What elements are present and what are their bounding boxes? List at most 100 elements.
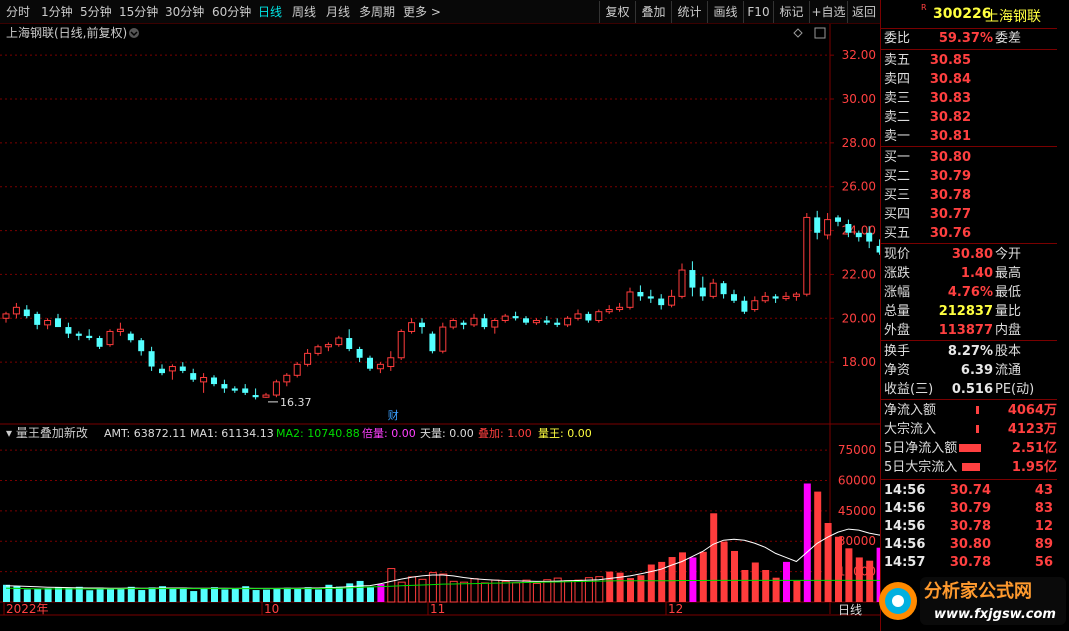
candle-body	[304, 352, 312, 365]
candle-body	[367, 357, 373, 369]
flow-row: 大宗流入 4123万	[881, 420, 1057, 439]
candle	[731, 289, 737, 303]
overlay-button[interactable]: 叠加	[635, 1, 671, 23]
quote-label: 外盘	[884, 323, 911, 338]
volume-bar	[480, 582, 489, 603]
mark-button[interactable]: 标记	[773, 1, 809, 23]
diamond-icon[interactable]	[793, 28, 803, 38]
candle	[86, 329, 93, 341]
ask-price: 30.83	[929, 91, 971, 106]
candle	[532, 318, 540, 325]
volume-bar	[741, 569, 749, 602]
flow-row: 5日净流入额 2.51亿	[881, 439, 1057, 458]
candle	[449, 318, 457, 330]
candle	[75, 331, 82, 341]
candle-body	[835, 217, 841, 222]
tab-30min[interactable]: 30分钟	[165, 0, 204, 24]
draw-line-button[interactable]: 画线	[707, 1, 743, 23]
tab-monthly[interactable]: 月线	[326, 0, 350, 24]
stats-button[interactable]: 统计	[671, 1, 707, 23]
bid-label: 买一	[884, 150, 911, 165]
ask-label: 卖三	[884, 91, 911, 106]
candle	[668, 289, 676, 308]
flow-bar	[976, 425, 979, 433]
volume-bar	[3, 584, 10, 602]
quote-label2: 最低	[995, 285, 1022, 300]
candle	[190, 368, 197, 382]
fuquan-button[interactable]: 复权	[599, 1, 635, 23]
tick-price: 30.74	[949, 483, 991, 498]
tab-daily[interactable]: 日线	[258, 0, 282, 24]
flow-label: 大宗流入	[884, 422, 937, 437]
flow-value: 2.51亿	[1011, 441, 1057, 456]
tab-1min[interactable]: 1分钟	[41, 0, 73, 24]
bid-row: 买五 30.76	[881, 224, 1057, 243]
price-tick-label: 26.00	[842, 180, 876, 194]
window-toggle-icon[interactable]	[814, 27, 826, 39]
quote-label: 涨幅	[884, 285, 911, 300]
candle	[772, 294, 779, 303]
tab-fenshi[interactable]: 分时	[6, 0, 30, 24]
candle-body	[231, 388, 238, 391]
volume-tick-label: 30000	[838, 534, 876, 548]
candle	[262, 392, 270, 398]
candle-body	[792, 293, 800, 297]
volume-bar	[231, 588, 239, 602]
volume-bar	[532, 582, 541, 603]
candle-body	[127, 333, 134, 341]
candle	[283, 373, 291, 387]
tab-weekly[interactable]: 周线	[292, 0, 316, 24]
tab-15min[interactable]: 15分钟	[119, 0, 158, 24]
candle-body	[543, 320, 550, 323]
candle	[387, 351, 395, 371]
indicator-name: ▾ 量王叠加新改	[6, 425, 88, 440]
volume-bar	[356, 580, 364, 602]
candle-body	[387, 357, 395, 368]
add-watchlist-button[interactable]: +自选	[809, 1, 847, 23]
candle-body	[2, 313, 10, 319]
candle-body	[741, 300, 748, 312]
candle	[159, 364, 165, 376]
f10-button[interactable]: F10	[743, 1, 773, 23]
volume-tick-label: 75000	[838, 443, 876, 457]
stats-label2: 股本	[995, 344, 1022, 359]
stats-value: 6.39	[960, 363, 993, 378]
candle	[761, 291, 769, 303]
bid-label: 买五	[884, 226, 911, 241]
kline-chart[interactable]: 上海钢联(日线,前复权) 32.0030.0028.0026.0024.0022…	[0, 24, 880, 631]
candle	[481, 313, 488, 330]
price-tick-label: 18.00	[842, 355, 876, 369]
candle-body	[554, 322, 561, 325]
tick-row: 14:56 30.79 83	[881, 499, 1057, 518]
tab-more[interactable]: 更多 >	[403, 0, 441, 24]
bid-row: 买一 30.80	[881, 148, 1057, 167]
candle-body	[159, 368, 165, 374]
candle-body	[272, 381, 280, 396]
ask-price: 30.81	[929, 129, 971, 144]
volume-bar	[647, 564, 655, 602]
ask-label: 卖四	[884, 72, 911, 87]
volume-tick-label: 60000	[838, 473, 876, 487]
chevron-down-icon[interactable]	[129, 28, 139, 38]
indicator-diejia: 叠加: 1.00	[478, 427, 532, 440]
ask-row: 卖二 30.82	[881, 108, 1057, 127]
volume-bar	[772, 577, 780, 602]
candle-body	[491, 319, 499, 328]
tick-row: 14:56 30.74 43	[881, 481, 1057, 500]
candle	[429, 331, 436, 354]
volume-bar	[428, 572, 437, 603]
tick-row: 14:56 30.78 12	[881, 517, 1057, 536]
bid-price: 30.76	[929, 226, 971, 241]
candle	[272, 379, 280, 398]
flow-bar	[959, 444, 981, 452]
candle-body	[866, 232, 873, 242]
volume-series	[3, 483, 880, 603]
x-axis-right-label: 日线	[838, 603, 862, 617]
candle-body	[532, 319, 540, 324]
tab-5min[interactable]: 5分钟	[80, 0, 112, 24]
indicator-liangwang: 量王: 0.00	[538, 427, 592, 440]
candle-body	[262, 394, 270, 398]
back-button[interactable]: 返回	[847, 1, 880, 23]
tab-60min[interactable]: 60分钟	[212, 0, 251, 24]
tab-multi-period[interactable]: 多周期	[359, 0, 395, 24]
